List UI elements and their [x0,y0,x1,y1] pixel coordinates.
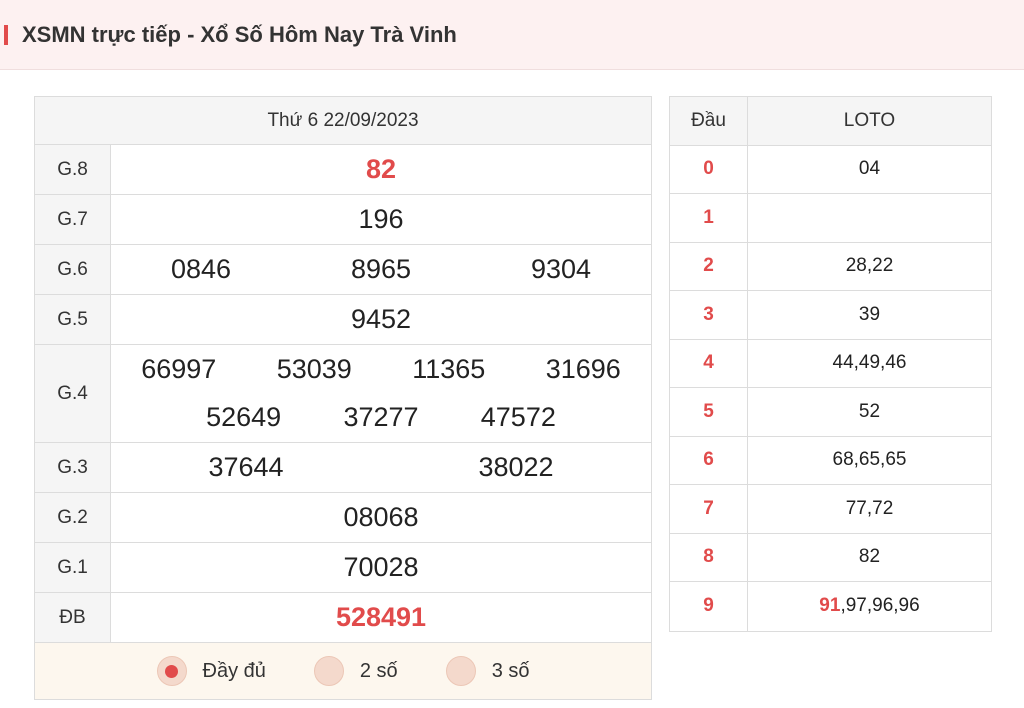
loto-row: 0 04 [670,145,991,194]
prize-label: G.7 [35,195,111,244]
prize-row-g5: G.5 9452 [35,295,651,345]
prize-number: 08068 [343,502,419,532]
prize-label: G.4 [35,345,111,442]
prize-number: 9304 [530,254,592,284]
loto-values: 44,49,46 [832,352,907,374]
loto-row: 9 91,97,96,96 [670,582,991,631]
header-accent-bar [4,24,8,45]
prize-label: G.1 [35,543,111,592]
option-3-digits[interactable]: 3 số [445,656,530,686]
loto-dau: 1 [670,194,748,242]
prize-number: 8965 [350,254,412,284]
radio-icon[interactable] [445,656,476,686]
loto-header-row: Đầu LOTO [670,97,991,146]
prize-number: 70028 [343,552,419,582]
loto-dau: 5 [670,388,748,436]
loto-values: 04 [858,158,881,180]
prize-number: 66997 [141,354,217,384]
prize-row-g4: G.4 66997 53039 11365 31696 52649 37277 … [35,345,651,443]
loto-dau: 7 [670,485,748,533]
page-title: XSMN trực tiếp - Xổ Số Hôm Nay Trà Vinh [22,21,457,47]
prize-row-g2: G.2 08068 [35,493,651,543]
loto-dau: 6 [670,436,748,484]
prize-number: 37277 [343,402,419,432]
prize-label: G.2 [35,493,111,542]
loto-highlight: 91 [819,595,841,617]
loto-values: 82 [858,546,881,568]
loto-row: 7 77,72 [670,485,991,534]
prize-number: 0846 [170,254,232,284]
jackpot-number: 528491 [335,602,427,632]
option-full[interactable]: Đầy đủ [156,656,266,686]
prize-number: 47572 [480,402,556,432]
prize-number: 53039 [276,354,352,384]
display-options: Đầy đủ 2 số 3 số [35,643,651,699]
prize-label: G.5 [35,295,111,344]
loto-dau: 3 [670,291,748,339]
loto-head-dau: Đầu [670,97,748,145]
prize-number: 31696 [545,354,621,384]
page-header: XSMN trực tiếp - Xổ Số Hôm Nay Trà Vinh [0,0,1024,70]
prize-label: G.8 [35,145,111,194]
loto-dau: 2 [670,242,748,290]
prize-number: 52649 [206,402,282,432]
loto-table: Đầu LOTO 0 04 1 2 28,22 3 39 4 44,49,46 … [669,96,992,632]
loto-row: 8 82 [670,533,991,582]
option-label: 2 số [359,659,398,682]
prize-row-g1: G.1 70028 [35,543,651,593]
loto-values: 77,72 [845,497,894,519]
option-label: Đầy đủ [202,659,266,682]
loto-dau: 0 [670,145,748,193]
loto-values: ,97,96,96 [840,595,920,617]
loto-row: 5 52 [670,388,991,437]
option-2-digits[interactable]: 2 số [313,656,398,686]
prize-number: 9452 [350,304,412,334]
prize-number: 38022 [478,452,554,482]
loto-row: 2 28,22 [670,242,991,291]
loto-values: 52 [858,400,881,422]
loto-values: 39 [858,303,881,325]
loto-row: 4 44,49,46 [670,339,991,388]
loto-dau: 9 [670,582,748,631]
results-table: Thứ 6 22/09/2023 G.8 82 G.7 196 G.6 0846… [34,96,652,700]
radio-checked-icon[interactable] [156,656,187,686]
prize-row-g8: G.8 82 [35,145,651,195]
prize-number: 11365 [412,354,486,384]
loto-values: 28,22 [845,255,894,277]
prize-number: 196 [358,204,404,234]
prize-label: G.6 [35,245,111,294]
option-label: 3 số [491,659,530,682]
results-date: Thứ 6 22/09/2023 [35,97,651,145]
prize-row-g3: G.3 37644 38022 [35,443,651,493]
prize-number: 37644 [208,452,284,482]
prize-label: ĐB [35,593,111,642]
prize-number: 82 [365,154,397,184]
loto-row: 1 [670,194,991,243]
loto-values: 68,65,65 [832,449,907,471]
prize-row-g6: G.6 0846 8965 9304 [35,245,651,295]
radio-icon[interactable] [313,656,344,686]
prize-row-g7: G.7 196 [35,195,651,245]
loto-dau: 8 [670,533,748,581]
loto-row: 3 39 [670,291,991,340]
prize-row-db: ĐB 528491 [35,593,651,643]
prize-label: G.3 [35,443,111,492]
loto-dau: 4 [670,339,748,387]
loto-head-value: LOTO [843,109,896,131]
loto-row: 6 68,65,65 [670,436,991,485]
